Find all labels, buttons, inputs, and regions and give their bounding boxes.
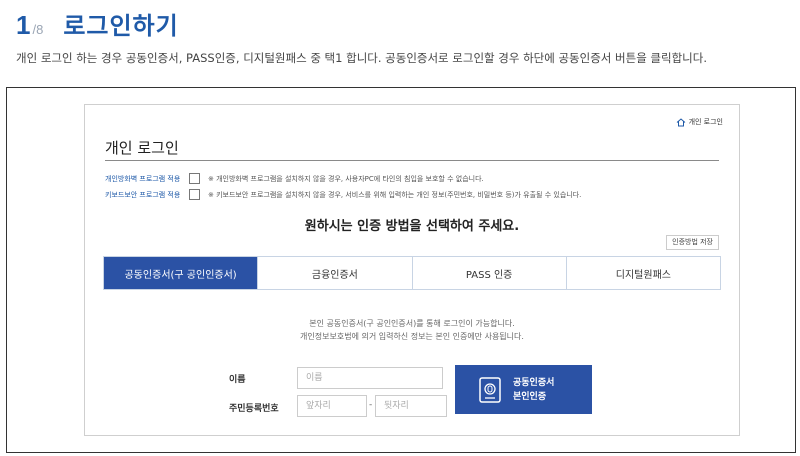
info-text: 본인 공동인증서(구 공인인증서)를 통해 로그인이 가능합니다. 개인정보보호… — [85, 317, 739, 343]
rrn-front-input[interactable] — [297, 395, 367, 417]
firewall-option-label: 개인방화벽 프로그램 적용 — [105, 174, 181, 183]
rrn-label: 주민등록번호 — [229, 404, 279, 414]
auth-method-tabs: 공동인증서(구 공인인증서) 금융인증서 PASS 인증 디지털원패스 — [103, 256, 721, 290]
cert-button-line-2: 본인인증 — [513, 391, 547, 402]
tab-digital-onepass[interactable]: 디지털원패스 — [566, 257, 720, 289]
tab-pass-auth[interactable]: PASS 인증 — [412, 257, 567, 289]
home-icon — [676, 117, 685, 126]
firewall-option: 개인방화벽 프로그램 적용 ※ 개인방화벽 프로그램을 설치하지 않을 경우, … — [105, 173, 484, 184]
tab-financial-certificate[interactable]: 금융인증서 — [258, 257, 413, 289]
keyboard-security-option-label: 키보드보안 프로그램 적용 — [105, 190, 181, 199]
keyboard-security-checkbox[interactable] — [189, 189, 200, 200]
keyboard-security-option-note: ※ 키보드보안 프로그램을 설치하지 않을 경우, 서비스를 위해 입력하는 개… — [208, 190, 582, 199]
card-title: 개인 로그인 — [105, 139, 179, 157]
cert-button-text: 공동인증서 본인인증 — [513, 376, 554, 404]
rrn-back-input[interactable] — [375, 395, 447, 417]
name-input[interactable] — [297, 367, 443, 389]
title-divider — [105, 160, 719, 161]
rrn-dash: - — [369, 400, 373, 410]
tab-joint-certificate[interactable]: 공동인증서(구 공인인증서) — [104, 257, 259, 289]
step-heading: 로그인하기 — [63, 12, 179, 40]
name-label: 이름 — [229, 375, 246, 385]
info-line-2: 개인정보보호법에 의거 입력하신 정보는 본인 인증에만 사용됩니다. — [300, 332, 524, 341]
step-total: /8 — [32, 22, 44, 37]
joint-certificate-auth-button[interactable]: 공동인증서 본인인증 — [455, 365, 592, 414]
select-method-title: 원하시는 인증 방법을 선택하여 주세요. — [304, 219, 520, 234]
login-card: 개인 로그인 개인 로그인 개인방화벽 프로그램 적용 ※ 개인방화벽 프로그램… — [84, 104, 740, 436]
firewall-checkbox[interactable] — [189, 173, 200, 184]
step-title: 1 /8 로그인하기 — [16, 6, 179, 42]
cert-button-line-1: 공동인증서 — [513, 377, 555, 388]
info-line-1: 본인 공동인증서(구 공인인증서)를 통해 로그인이 가능합니다. — [309, 319, 515, 328]
step-description: 개인 로그인 하는 경우 공동인증서, PASS인증, 디지털원패스 중 택1 … — [16, 51, 707, 65]
certificate-icon — [479, 376, 501, 403]
home-link-label: 개인 로그인 — [688, 118, 723, 126]
save-method-button[interactable]: 인증방법 저장 — [666, 235, 719, 250]
home-link[interactable]: 개인 로그인 — [676, 117, 723, 127]
step-number: 1 — [16, 10, 31, 40]
firewall-option-note: ※ 개인방화벽 프로그램을 설치하지 않을 경우, 사용자PC에 타인의 침입을… — [208, 174, 484, 183]
keyboard-security-option: 키보드보안 프로그램 적용 ※ 키보드보안 프로그램을 설치하지 않을 경우, … — [105, 189, 581, 200]
